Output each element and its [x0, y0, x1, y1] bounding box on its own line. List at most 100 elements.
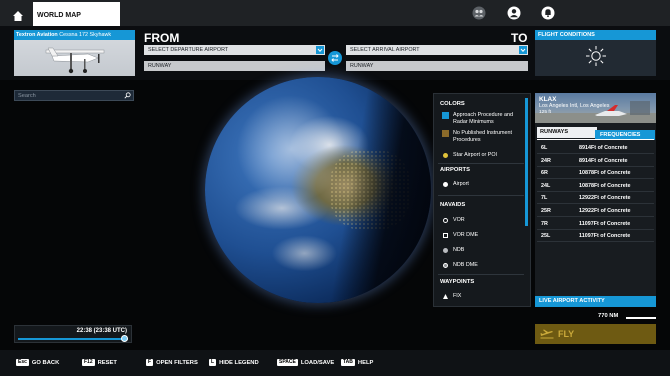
home-icon	[13, 11, 23, 21]
runway-id: 25R	[541, 208, 551, 214]
community-icon	[472, 6, 486, 20]
home-button[interactable]	[6, 8, 30, 26]
vor-dme-icon	[443, 233, 448, 238]
runway-length: 11097Ft of Concrete	[579, 220, 631, 227]
legend-divider	[438, 195, 524, 196]
runway-length: 12922Ft of Concrete	[579, 208, 631, 214]
arrival-airport-select[interactable]: SELECT ARRIVAL AIRPORT	[346, 45, 528, 55]
search-placeholder: Search	[18, 93, 36, 99]
search-icon	[124, 92, 131, 99]
runway-row[interactable]: 6R 10878Ft of Concrete	[537, 167, 654, 180]
bottom-hint-bar: Esc GO BACK F12 RESET F OPEN FILTERS L HIDE …	[0, 350, 670, 376]
airport-code: KLAX	[539, 96, 557, 103]
runway-id: 24R	[541, 157, 551, 164]
sun-icon	[586, 46, 606, 66]
runway-row[interactable]: 7L 12922Ft of Concrete	[537, 192, 654, 205]
legend-navaids-title: NAVAIDS	[440, 202, 466, 208]
runway-row[interactable]: 24L 10878Ft of Concrete	[537, 180, 654, 192]
aircraft-name: Textron Aviation Cessna 172 Skyhawk	[14, 30, 135, 40]
tab-world-map[interactable]: WORLD MAP	[33, 2, 120, 26]
flight-conditions-title: FLIGHT CONDITIONS	[535, 30, 656, 40]
runway-length: 11097Ft of Concrete	[579, 233, 631, 240]
fix-icon	[443, 294, 448, 299]
departure-airport-select[interactable]: SELECT DEPARTURE AIRPORT	[144, 45, 325, 55]
hint-reset[interactable]: F12 RESET	[82, 359, 117, 366]
key-badge: F	[146, 359, 154, 366]
swap-airports-button[interactable]	[328, 51, 342, 65]
vor-icon	[443, 218, 448, 223]
chevron-down-icon	[519, 46, 527, 54]
community-button[interactable]	[472, 6, 486, 20]
chevron-down-icon	[316, 46, 324, 54]
to-label: TO	[511, 31, 528, 45]
top-nav-bar: WORLD MAP	[0, 0, 670, 26]
hint-go-back[interactable]: Esc GO BACK	[16, 359, 59, 366]
tab-underline	[537, 139, 654, 140]
legend-waypoints-title: WAYPOINTS	[440, 279, 475, 285]
runway-id: 24L	[541, 182, 551, 189]
runway-length: 8914Ft of Concrete	[579, 145, 628, 151]
runway-id: 6L	[541, 145, 548, 151]
notification-icon	[541, 6, 555, 20]
arrival-runway-field[interactable]: RUNWAY	[346, 61, 528, 71]
legend-airports-title: AIRPORTS	[440, 167, 470, 173]
aircraft-selector[interactable]: Textron Aviation Cessna 172 Skyhawk	[14, 30, 135, 76]
color-swatch	[442, 112, 449, 119]
legend-divider	[438, 163, 524, 164]
time-of-day-panel: 22:38 (23:38 UTC)	[14, 325, 132, 343]
search-input[interactable]: Search	[14, 90, 134, 101]
tab-runways[interactable]: RUNWAYS	[537, 127, 597, 138]
runway-id: 7L	[541, 195, 548, 202]
key-badge: L	[209, 359, 217, 366]
runway-row[interactable]: 24R 8914Ft of Concrete	[537, 155, 654, 167]
runway-row[interactable]: 25L 11097Ft of Concrete	[537, 230, 654, 243]
runway-length: 10878Ft of Concrete	[579, 182, 631, 189]
departure-placeholder: SELECT DEPARTURE AIRPORT	[148, 47, 229, 53]
runway-length: 12922Ft of Concrete	[579, 195, 631, 202]
flight-conditions-panel[interactable]: FLIGHT CONDITIONS	[535, 30, 656, 76]
profile-button[interactable]	[507, 6, 521, 20]
fly-button[interactable]: FLY	[535, 324, 656, 344]
time-value: 22:38 (23:38 UTC)	[76, 328, 127, 334]
airport-icon	[443, 182, 448, 187]
night-shadow	[205, 77, 431, 303]
aircraft-model: Cessna 172 Skyhawk	[59, 32, 112, 38]
aircraft-maker: Textron Aviation	[16, 32, 58, 38]
profile-icon	[507, 6, 521, 20]
runway-length: 10878Ft of Concrete	[579, 170, 631, 177]
live-airport-activity-button[interactable]: LIVE AIRPORT ACTIVITY	[535, 296, 656, 307]
fly-label: FLY	[558, 329, 575, 339]
time-slider-thumb[interactable]	[121, 335, 129, 342]
star-icon	[443, 153, 448, 158]
key-badge: SPACE	[277, 359, 298, 366]
arrival-placeholder: SELECT ARRIVAL AIRPORT	[350, 47, 420, 53]
key-badge: TAB	[341, 359, 355, 366]
runway-row[interactable]: 6L 8914Ft of Concrete	[537, 142, 654, 154]
aircraft-thumbnail	[45, 47, 105, 74]
runway-id: 7R	[541, 220, 548, 227]
swap-icon	[331, 54, 339, 62]
airplane-icon	[540, 329, 554, 339]
map-scale-label: 770 NM	[598, 313, 619, 319]
airport-elevation: 125 ft	[539, 110, 552, 115]
time-slider-track[interactable]	[18, 338, 128, 340]
runway-row[interactable]: 25R 12922Ft of Concrete	[537, 205, 654, 217]
key-badge: Esc	[16, 359, 29, 366]
airport-name: Los Angeles Intl, Los Angeles	[539, 103, 610, 109]
runway-row[interactable]: 7R 11097Ft of Concrete	[537, 218, 654, 230]
ndb-dme-icon	[443, 263, 448, 268]
hint-load-save[interactable]: SPACE LOAD/SAVE	[277, 359, 334, 366]
map-scale-bar	[626, 317, 656, 319]
hint-help[interactable]: TAB HELP	[341, 359, 373, 366]
notifications-button[interactable]	[541, 6, 555, 20]
legend-scrollbar[interactable]	[525, 98, 528, 226]
hint-hide-legend[interactable]: L HIDE LEGEND	[209, 359, 259, 366]
ndb-icon	[443, 248, 448, 253]
world-map-screen: WORLD MAP Textron Aviation Cessna 172 Sk…	[0, 0, 670, 376]
legend-colors-title: COLORS	[440, 101, 465, 107]
from-label: FROM	[144, 31, 180, 45]
runway-id: 6R	[541, 170, 548, 177]
hint-open-filters[interactable]: F OPEN FILTERS	[146, 359, 198, 366]
runway-length: 8914Ft of Concrete	[579, 157, 628, 164]
departure-runway-field[interactable]: RUNWAY	[144, 61, 325, 71]
